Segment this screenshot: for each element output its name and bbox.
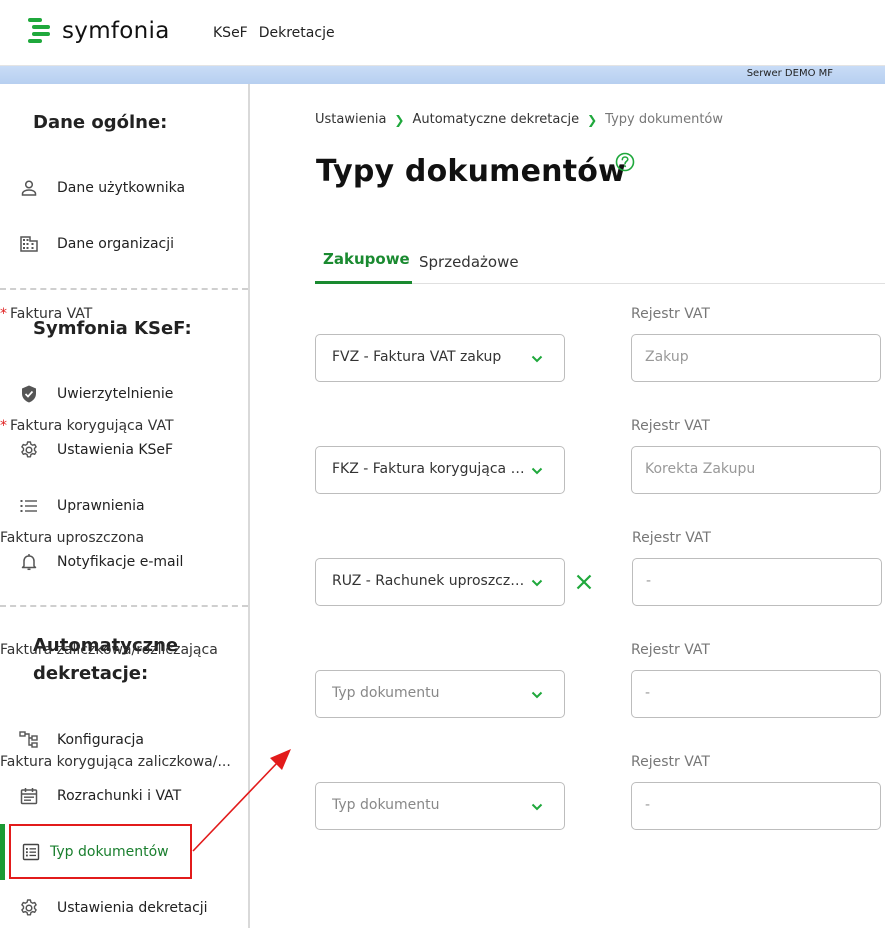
breadcrumb: Ustawienia ❯ Automatyczne dekretacje ❯ T… [315,112,723,127]
register-value: - [645,685,651,701]
sidebar-item-label: Dane organizacji [57,236,175,252]
section-title-general: Dane ogólne: [33,112,168,133]
register-value: Zakup [645,349,689,365]
section-title-auto-posting: Automatyczne dekretacje: [33,635,179,684]
top-nav: KSeF Dekretacje [213,25,335,41]
gear-icon [21,441,37,458]
building-icon [20,236,38,252]
sidebar-item-label: Konfiguracja [57,732,145,748]
select-value: FVZ - Faktura VAT zakup [332,349,502,365]
logo[interactable]: symfonia [28,18,170,44]
register-label: Rejestr VAT [632,530,711,546]
sidebar-item-label: Uprawnienia [57,498,145,514]
register-label: Rejestr VAT [631,642,710,658]
user-icon [21,180,37,196]
advance-invoice-select[interactable]: Typ dokumentu [315,670,565,718]
clear-icon[interactable] [574,572,594,592]
sidebar-item-label: Notyfikacje e-mail [57,554,184,570]
chevron-right-icon: ❯ [587,112,598,127]
gear-icon [21,899,37,916]
bell-icon [21,554,37,571]
vat-register-field[interactable]: Zakup [631,334,881,382]
vat-invoice-select[interactable]: FVZ - Faktura VAT zakup [315,334,565,382]
tab-sales[interactable]: Sprzedażowe [419,253,519,287]
field-label-advance-invoice: Faktura zaliczkowa/rozliczająca [0,642,218,658]
select-placeholder: Typ dokumentu [332,797,440,813]
page-title: Typy dokumentów [316,154,626,189]
sidebar-divider [0,288,248,290]
sidebar-item-email-notifications[interactable]: Notyfikacje e-mail [0,542,248,582]
advance-correction-invoice-select[interactable]: Typ dokumentu [315,782,565,830]
breadcrumb-current: Typy dokumentów [605,112,724,127]
select-value: RUZ - Rachunek uproszczony zakup [332,573,527,589]
register-label: Rejestr VAT [631,306,710,322]
vat-register-field[interactable]: Korekta Zakupu [631,446,881,494]
calendar-icon [20,788,38,805]
register-label: Rejestr VAT [631,418,710,434]
nav-ksef[interactable]: KSeF [213,25,248,41]
field-label-correction-invoice: * Faktura korygująca VAT [0,418,174,434]
register-value: Korekta Zakupu [645,461,756,477]
vat-register-field[interactable]: - [632,558,882,606]
chevron-down-icon [531,579,543,587]
required-marker: * [0,418,7,434]
correction-invoice-select[interactable]: FKZ - Faktura korygująca VAT zakup [315,446,565,494]
tab-purchase[interactable]: Zakupowe [315,250,412,284]
sidebar-item-label: Dane użytkownika [57,180,186,196]
breadcrumb-auto-posting[interactable]: Automatyczne dekretacje [412,112,579,127]
sidebar-item-label: Rozrachunki i VAT [57,788,182,804]
server-bar: Serwer DEMO MF [0,66,885,84]
hierarchy-icon [19,731,38,748]
chevron-down-icon [531,803,543,811]
sidebar-item-label: Ustawienia dekretacji [57,900,208,916]
annotation-highlight-box [9,824,192,879]
vat-register-field[interactable]: - [631,782,881,830]
sidebar-item-settlements-vat[interactable]: Rozrachunki i VAT [0,776,248,816]
sidebar-divider [0,605,248,607]
chevron-down-icon [531,691,543,699]
field-label-vat-invoice: * Faktura VAT [0,306,93,322]
nav-dekretacje[interactable]: Dekretacje [259,25,335,41]
sidebar-item-ksef-settings[interactable]: Ustawienia KSeF [0,430,248,470]
sidebar-item-user-data[interactable]: Dane użytkownika [0,168,248,208]
sidebar-item-label: Uwierzytelnienie [57,386,174,402]
sidebar-item-permissions[interactable]: Uprawnienia [0,486,248,526]
chevron-down-icon [531,467,543,475]
shield-icon [22,385,36,403]
breadcrumb-settings[interactable]: Ustawienia [315,112,386,127]
list-icon [20,500,37,512]
sidebar-item-posting-settings[interactable]: Ustawienia dekretacji [0,888,248,928]
field-label-advance-correction-invoice: Faktura korygująca zaliczkowa/... [0,754,231,770]
select-value: FKZ - Faktura korygująca VAT zakup [332,461,527,477]
simplified-invoice-select[interactable]: RUZ - Rachunek uproszczony zakup [315,558,565,606]
logo-text: symfonia [62,18,170,44]
top-bar: symfonia KSeF Dekretacje [0,0,885,66]
sidebar-item-label: Ustawienia KSeF [57,442,174,458]
vat-register-field[interactable]: - [631,670,881,718]
sidebar-item-organization-data[interactable]: Dane organizacji [0,224,248,264]
server-label: Serwer DEMO MF [746,68,833,79]
sidebar-item-authentication[interactable]: Uwierzytelnienie [0,374,248,414]
help-icon[interactable] [615,152,635,172]
symfonia-logo-icon [28,18,52,44]
tabs: Zakupowe Sprzedażowe [315,240,885,284]
select-placeholder: Typ dokumentu [332,685,440,701]
chevron-down-icon [531,355,543,363]
register-value: - [646,573,652,589]
chevron-right-icon: ❯ [394,112,405,127]
register-label: Rejestr VAT [631,754,710,770]
register-value: - [645,797,651,813]
required-marker: * [0,306,7,322]
field-label-simplified-invoice: Faktura uproszczona [0,530,145,546]
